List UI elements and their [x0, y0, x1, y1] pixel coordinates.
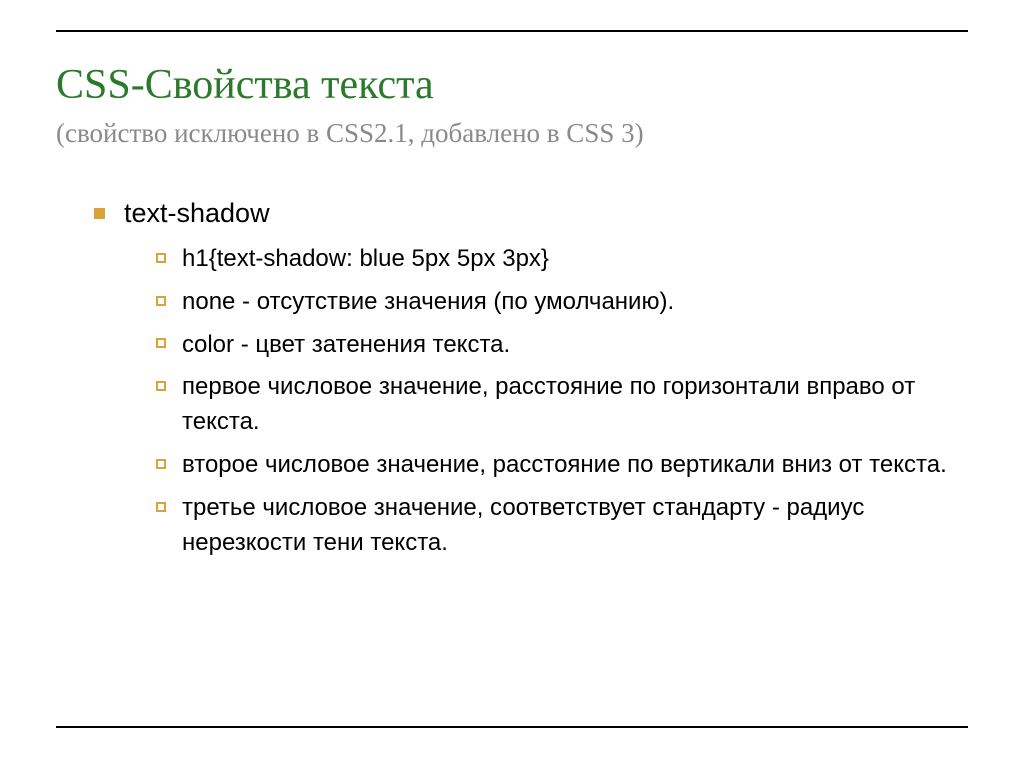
list-item-label: none - отсутствие значения (по умолчанию… [182, 288, 674, 315]
slide: CSS-Свойства текста (свойство исключено … [0, 0, 1024, 768]
slide-title: CSS-Свойства текста [56, 60, 968, 110]
bullet-list-level2: h1{text-shadow: blue 5px 5px 3px} none -… [124, 242, 968, 560]
list-item: none - отсутствие значения (по умолчанию… [156, 285, 968, 320]
list-item: text-shadow h1{text-shadow: blue 5px 5px… [94, 195, 968, 560]
list-item-label: третье числовое значение, соответствует … [182, 494, 864, 556]
top-divider [56, 30, 968, 32]
bottom-divider [56, 726, 968, 728]
slide-subtitle: (свойство исключено в CSS2.1, добавлено … [56, 116, 968, 151]
list-item-label: text-shadow [124, 198, 270, 228]
list-item-label: первое числовое значение, расстояние по … [182, 373, 915, 435]
list-item: третье числовое значение, соответствует … [156, 491, 968, 561]
list-item-label: h1{text-shadow: blue 5px 5px 3px} [182, 245, 549, 272]
list-item: color - цвет затенения текста. [156, 328, 968, 363]
list-item: h1{text-shadow: blue 5px 5px 3px} [156, 242, 968, 277]
list-item-label: второе числовое значение, расстояние по … [182, 451, 947, 478]
list-item: второе числовое значение, расстояние по … [156, 448, 968, 483]
list-item: первое числовое значение, расстояние по … [156, 370, 968, 440]
list-item-label: color - цвет затенения текста. [182, 331, 510, 358]
bullet-list-level1: text-shadow h1{text-shadow: blue 5px 5px… [56, 195, 968, 560]
